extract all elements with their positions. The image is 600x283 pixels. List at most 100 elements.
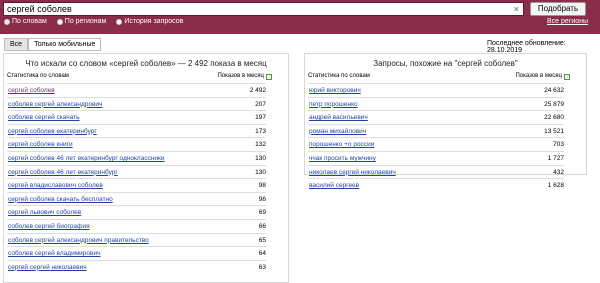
table-row: сергей соболев 2 492 xyxy=(7,83,266,97)
mode-radio-history[interactable]: История запросов xyxy=(116,18,183,25)
query-link[interactable]: сергей львович соболев xyxy=(8,209,81,216)
table-header: Статистика по словам Показов в месяц xyxy=(7,73,264,81)
impressions-count: 207 xyxy=(255,100,266,108)
impressions-count: 98 xyxy=(258,182,266,190)
impressions-count: 703 xyxy=(553,141,564,149)
col-query-header: Статистика по словам xyxy=(7,73,69,79)
table-row: сергей львович соболев 69 xyxy=(7,205,266,219)
query-link[interactable]: сергей владиславович соболев xyxy=(8,182,103,189)
table-row: николаев сергей николаевич 432 xyxy=(308,164,564,179)
table-row: сергей соболев книги 132 xyxy=(7,137,266,151)
query-link[interactable]: андрей васильевич xyxy=(309,114,368,121)
impressions-count: 173 xyxy=(255,127,266,135)
query-link[interactable]: соболев сергей скачать xyxy=(8,114,80,121)
top-bar: сергей соболев × Подобрать По словам По … xyxy=(0,0,600,34)
query-link[interactable]: петр порошенко xyxy=(309,101,358,108)
impressions-count: 66 xyxy=(258,222,266,230)
impressions-count: 63 xyxy=(258,263,266,271)
query-link[interactable]: сергей соболев книги xyxy=(8,141,73,148)
table-row: сергей владиславович соболев 98 xyxy=(7,178,266,192)
table-row: сергей соболев екатеринбург 173 xyxy=(7,123,266,138)
table-row: соболев сергей владимирович 64 xyxy=(7,246,266,260)
table-row: соболев сергей александрович 207 xyxy=(7,96,266,111)
table-row: андрей васильевич 22 680 xyxy=(308,110,564,124)
mode-radio-group: По словам По регионам История запросов xyxy=(4,18,183,25)
radio-empty-icon xyxy=(56,18,63,25)
radio-selected-icon xyxy=(4,18,10,25)
impressions-count: 65 xyxy=(258,236,266,244)
impressions-count: 24 632 xyxy=(544,87,564,94)
radio-empty-icon xyxy=(116,18,123,25)
pick-button[interactable]: Подобрать xyxy=(530,2,586,16)
table-header: Статистика по словам Показов в месяц xyxy=(308,73,562,81)
last-updated: Последнее обновление: 28.10.2019 xyxy=(487,40,566,54)
table-row: сергей соболев скачать бесплатно 96 xyxy=(7,191,266,206)
query-link[interactable]: николаев сергей николаевич xyxy=(309,169,396,176)
query-link[interactable]: юрий викторович xyxy=(309,87,361,94)
table-row: юрий викторович 24 632 xyxy=(308,83,564,97)
clear-icon[interactable]: × xyxy=(514,4,519,14)
impressions-count: 25 879 xyxy=(544,100,564,108)
impressions-count: 96 xyxy=(258,195,266,203)
table-row: соболев сергей скачать 197 xyxy=(7,110,266,124)
query-link[interactable]: сергей соболев екатеринбург xyxy=(8,128,97,135)
impressions-count: 1 727 xyxy=(547,154,564,162)
impressions-count: 130 xyxy=(255,168,266,176)
impressions-count: 2 492 xyxy=(249,87,266,94)
impressions-count: 132 xyxy=(255,141,266,149)
impressions-count: 130 xyxy=(255,154,266,162)
tab-all[interactable]: Все xyxy=(4,38,29,51)
panel-title: Запросы, похожие на "сергей соболев" xyxy=(373,59,518,68)
table-row: ччак просить мужчину 1 727 xyxy=(308,150,564,165)
table-row: сергей соболев 46 лет екатеринбург 130 xyxy=(7,164,266,179)
mode-radio-by-words[interactable]: По словам xyxy=(4,18,47,25)
query-link[interactable]: соболев сергей александрович правительст… xyxy=(8,237,149,244)
impressions-count: 22 680 xyxy=(544,114,564,122)
impressions-count: 197 xyxy=(255,114,266,122)
search-input-value: сергей соболев xyxy=(7,4,72,14)
query-link[interactable]: роман михайлович xyxy=(309,128,366,135)
query-link[interactable]: ччак просить мужчину xyxy=(309,155,376,162)
impressions-count: 1 628 xyxy=(547,182,564,190)
mode-label: По словам xyxy=(12,18,47,25)
tab-mobile-only[interactable]: Только мобильные xyxy=(28,38,102,51)
query-link[interactable]: сергей соболев 46 лет екатеринбург однок… xyxy=(8,155,165,162)
table-row: соболев сергей александрович правительст… xyxy=(7,232,266,247)
query-link[interactable]: василий сергеев xyxy=(309,182,359,189)
impressions-count: 13 521 xyxy=(544,127,564,135)
query-link[interactable]: сергей соболев 46 лет екатеринбург xyxy=(8,169,118,176)
col-query-header: Статистика по словам xyxy=(308,73,370,79)
all-regions-link[interactable]: Все регионы xyxy=(547,18,588,25)
col-count-header: Показов в месяц xyxy=(515,73,562,79)
query-link[interactable]: сергей соболев скачать бесплатно xyxy=(8,196,113,203)
export-icon[interactable]: ↓ xyxy=(564,74,570,80)
query-link[interactable]: сергей сергей николаевич xyxy=(8,264,87,271)
query-link[interactable]: соболев сергей биография xyxy=(8,223,90,230)
panel-title: Что искали со словом «сергей соболев» — … xyxy=(25,59,267,68)
search-input[interactable]: сергей соболев × xyxy=(3,2,524,16)
query-link[interactable]: порошенко +о россии xyxy=(309,141,374,148)
mode-label: По регионам xyxy=(64,18,107,25)
query-link[interactable]: соболев сергей александрович xyxy=(8,101,102,108)
table-row: сергей соболев 46 лет екатеринбург однок… xyxy=(7,150,266,165)
similar-table: юрий викторович 24 632 петр порошенко 25 87… xyxy=(308,83,564,192)
table-row: порошенко +о россии 703 xyxy=(308,137,564,151)
impressions-count: 432 xyxy=(553,168,564,176)
table-row: василий сергеев 1 628 xyxy=(308,178,564,192)
words-panel: Что искали со словом «сергей соболев» — … xyxy=(3,53,289,283)
col-count-header: Показов в месяц xyxy=(217,73,264,79)
impressions-count: 64 xyxy=(258,250,266,258)
query-link[interactable]: сергей соболев xyxy=(8,87,55,94)
query-link[interactable]: соболев сергей владимирович xyxy=(8,250,101,257)
export-icon[interactable]: ↓ xyxy=(266,74,272,80)
impressions-count: 69 xyxy=(258,209,266,217)
table-row: сергей сергей николаевич 63 xyxy=(7,259,266,274)
device-tabs: Все Только мобильные xyxy=(4,38,102,51)
table-row: петр порошенко 25 879 xyxy=(308,96,564,111)
mode-label: История запросов xyxy=(124,18,184,25)
mode-radio-by-regions[interactable]: По регионам xyxy=(56,18,107,25)
words-table: сергей соболев 2 492 соболев сергей алекса… xyxy=(7,83,266,273)
similar-panel: Запросы, похожие на "сергей соболев" Ста… xyxy=(304,53,587,189)
table-row: соболев сергей биография 66 xyxy=(7,218,266,233)
table-row: роман михайлович 13 521 xyxy=(308,123,564,138)
